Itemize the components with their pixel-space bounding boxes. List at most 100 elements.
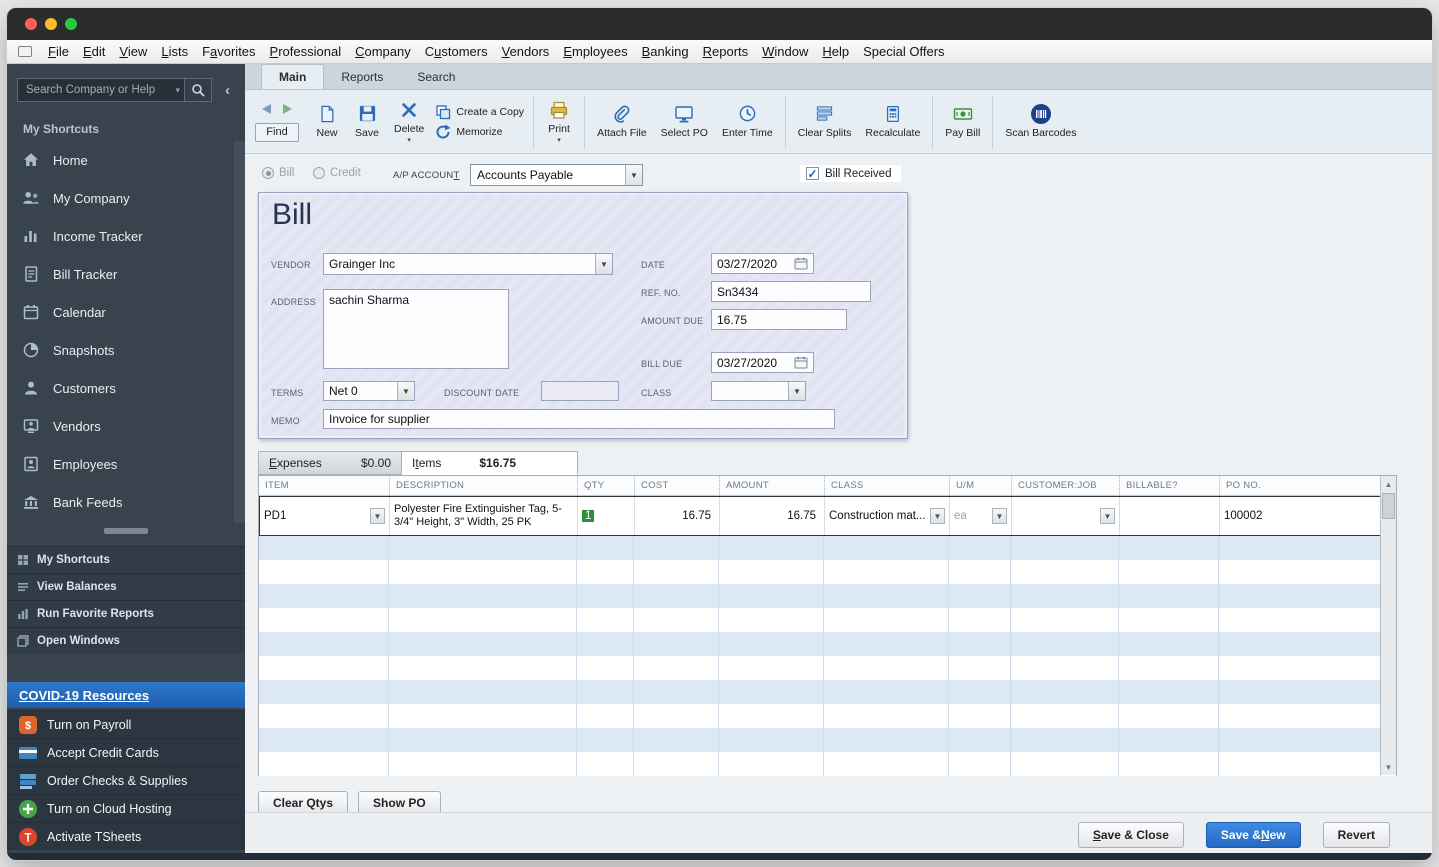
empty-cell[interactable]: [824, 536, 949, 560]
menu-company[interactable]: Company: [348, 42, 418, 61]
empty-cell[interactable]: [577, 680, 634, 704]
search-input[interactable]: Search Company or Help ▾: [17, 78, 185, 102]
empty-cell[interactable]: [824, 728, 949, 752]
section-my-shortcuts[interactable]: My Shortcuts: [7, 546, 245, 573]
empty-cell[interactable]: [577, 704, 634, 728]
empty-cell[interactable]: [1011, 704, 1119, 728]
scroll-up-icon[interactable]: ▲: [1381, 476, 1396, 492]
sidebar-item-employees[interactable]: Employees: [7, 445, 234, 483]
calendar-picker-icon[interactable]: [794, 257, 808, 270]
dropdown-caret-icon[interactable]: ▼: [930, 508, 945, 524]
delete-button[interactable]: Delete ▾: [387, 97, 431, 145]
credit-radio[interactable]: [313, 167, 325, 179]
tab-main[interactable]: Main: [261, 64, 325, 89]
cell-um[interactable]: ea ▼: [950, 497, 1012, 535]
empty-cell[interactable]: [634, 584, 719, 608]
sidebar-item-calendar[interactable]: Calendar: [7, 293, 234, 331]
empty-cell[interactable]: [259, 680, 389, 704]
empty-cell[interactable]: [1219, 584, 1381, 608]
empty-cell[interactable]: [1219, 632, 1381, 656]
sidebar-item-snapshots[interactable]: Snapshots: [7, 331, 234, 369]
empty-cell[interactable]: [949, 656, 1011, 680]
empty-cell[interactable]: [949, 752, 1011, 776]
empty-cell[interactable]: [577, 608, 634, 632]
cell-customer-job[interactable]: ▼: [1012, 497, 1120, 535]
promo-order-checks[interactable]: Order Checks & Supplies: [7, 766, 245, 794]
search-scope-caret-icon[interactable]: ▾: [175, 85, 180, 96]
close-window-button[interactable]: [25, 18, 37, 30]
table-empty-row[interactable]: [259, 632, 1396, 656]
bill-radio[interactable]: [262, 167, 274, 179]
menu-vendors[interactable]: Vendors: [495, 42, 557, 61]
promo-activate-tsheets[interactable]: T Activate TSheets: [7, 822, 245, 850]
scroll-down-icon[interactable]: ▼: [1381, 759, 1396, 775]
promo-accept-credit-cards[interactable]: Accept Credit Cards: [7, 738, 245, 766]
empty-cell[interactable]: [634, 656, 719, 680]
empty-cell[interactable]: [949, 608, 1011, 632]
table-empty-row[interactable]: [259, 560, 1396, 584]
print-caret-icon[interactable]: ▾: [557, 137, 561, 144]
empty-cell[interactable]: [259, 536, 389, 560]
dropdown-caret-icon[interactable]: ▼: [788, 382, 805, 400]
empty-cell[interactable]: [824, 632, 949, 656]
menu-banking[interactable]: Banking: [635, 42, 696, 61]
menu-lists[interactable]: Lists: [154, 42, 195, 61]
pay-bill-button[interactable]: Pay Bill: [938, 101, 987, 142]
cell-billable[interactable]: [1120, 497, 1220, 535]
scroll-thumb[interactable]: [1382, 493, 1395, 519]
empty-cell[interactable]: [634, 608, 719, 632]
empty-cell[interactable]: [577, 656, 634, 680]
sidebar-item-income-tracker[interactable]: Income Tracker: [7, 217, 234, 255]
create-copy-button[interactable]: Create a Copy: [435, 104, 524, 120]
empty-cell[interactable]: [634, 536, 719, 560]
empty-cell[interactable]: [389, 608, 577, 632]
terms-select[interactable]: Net 0 ▼: [323, 381, 415, 401]
empty-cell[interactable]: [1219, 656, 1381, 680]
cell-class[interactable]: Construction mat... ▼: [825, 497, 950, 535]
vendor-select[interactable]: Grainger Inc ▼: [323, 253, 613, 275]
minimize-window-button[interactable]: [45, 18, 57, 30]
memo-field[interactable]: Invoice for supplier: [323, 409, 835, 429]
table-empty-row[interactable]: [259, 536, 1396, 560]
empty-cell[interactable]: [1011, 584, 1119, 608]
empty-cell[interactable]: [719, 632, 824, 656]
attach-file-button[interactable]: Attach File: [590, 101, 654, 142]
sidebar-item-vendors[interactable]: Vendors: [7, 407, 234, 445]
empty-cell[interactable]: [719, 752, 824, 776]
dropdown-caret-icon[interactable]: ▼: [595, 254, 612, 274]
empty-cell[interactable]: [1011, 752, 1119, 776]
empty-cell[interactable]: [1119, 680, 1219, 704]
empty-cell[interactable]: [949, 632, 1011, 656]
empty-cell[interactable]: [634, 632, 719, 656]
sidebar-scrollbar[interactable]: [234, 141, 245, 523]
dropdown-caret-icon[interactable]: ▼: [370, 508, 385, 524]
empty-cell[interactable]: [719, 536, 824, 560]
back-arrow-icon[interactable]: [260, 102, 273, 120]
table-empty-row[interactable]: [259, 752, 1396, 776]
empty-cell[interactable]: [1011, 536, 1119, 560]
empty-cell[interactable]: [389, 536, 577, 560]
menu-view[interactable]: View: [112, 42, 154, 61]
revert-button[interactable]: Revert: [1322, 822, 1390, 848]
empty-cell[interactable]: [1011, 632, 1119, 656]
empty-cell[interactable]: [389, 752, 577, 776]
class-select[interactable]: ▼: [711, 381, 806, 401]
print-button[interactable]: Print ▾: [539, 97, 579, 145]
empty-cell[interactable]: [389, 704, 577, 728]
empty-cell[interactable]: [949, 704, 1011, 728]
menu-reports[interactable]: Reports: [696, 42, 756, 61]
empty-cell[interactable]: [577, 560, 634, 584]
empty-cell[interactable]: [634, 560, 719, 584]
empty-cell[interactable]: [1011, 728, 1119, 752]
empty-cell[interactable]: [259, 608, 389, 632]
empty-cell[interactable]: [259, 704, 389, 728]
sidebar-item-my-company[interactable]: My Company: [7, 179, 234, 217]
empty-cell[interactable]: [259, 584, 389, 608]
table-empty-row[interactable]: [259, 608, 1396, 632]
table-empty-row[interactable]: [259, 704, 1396, 728]
menu-help[interactable]: Help: [815, 42, 856, 61]
dropdown-caret-icon[interactable]: ▼: [397, 382, 414, 400]
cell-qty[interactable]: 1: [578, 497, 635, 535]
sidebar-resize-handle[interactable]: [104, 528, 148, 534]
empty-cell[interactable]: [577, 632, 634, 656]
